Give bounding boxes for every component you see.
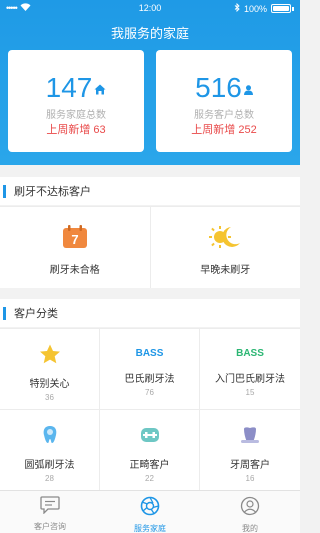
category-periodontal[interactable]: 牙周客户 16 [200, 410, 300, 491]
family-weekly-new: 上周新增 63 [46, 124, 106, 136]
page-title: 我服务的家庭 [110, 26, 189, 41]
periodontal-icon [239, 425, 261, 450]
brushing-grid: 7 刷牙未合格 早晚未刷牙 [0, 206, 300, 288]
category-section-title: 客户分类 [14, 308, 58, 320]
category-count: 16 [245, 474, 255, 483]
tooth-circle-icon [39, 425, 61, 450]
tab-customer-consult[interactable]: 客户咨询 [0, 491, 100, 533]
category-label: 巴氏刷牙法 [124, 374, 175, 385]
category-grid: 特别关心 36 BASS 巴氏刷牙法 76 BASS 入门巴氏刷牙法 15 圆弧… [0, 328, 300, 491]
category-section-header: 客户分类 [0, 299, 300, 327]
category-orthodontic[interactable]: 正畸客户 22 [100, 410, 200, 491]
brushing-unqualified-item[interactable]: 7 刷牙未合格 [0, 207, 150, 288]
category-label: 特别关心 [29, 379, 70, 390]
svg-text:7: 7 [71, 232, 78, 247]
category-count: 22 [145, 474, 154, 483]
braces-icon [139, 425, 161, 450]
no-morning-evening-label: 早晚未刷牙 [200, 265, 251, 276]
brushing-section-header: 刷牙不达标客户 [0, 177, 300, 205]
customer-total-card[interactable]: 516 服务客户总数 上周新增 252 [156, 50, 292, 152]
family-total-value: 147 [45, 72, 93, 103]
customer-weekly-new: 上周新增 252 [191, 124, 257, 136]
tab-bar: 客户咨询 服务家庭 我的 [0, 490, 300, 533]
category-bass-method[interactable]: BASS 巴氏刷牙法 76 [100, 329, 200, 410]
category-count: 36 [45, 393, 54, 402]
brushing-section-title: 刷牙不达标客户 [14, 186, 91, 198]
no-morning-evening-item[interactable]: 早晚未刷牙 [149, 207, 301, 288]
category-circular-method[interactable]: 圆弧刷牙法 28 [0, 410, 100, 491]
bass-icon: BASS [135, 348, 164, 359]
battery-icon [271, 4, 291, 13]
tab-label: 客户咨询 [34, 522, 66, 531]
star-icon [39, 344, 61, 369]
sun-moon-icon [209, 225, 241, 254]
category-label: 圆弧刷牙法 [24, 460, 75, 471]
category-special-care[interactable]: 特别关心 36 [0, 329, 100, 410]
family-total-label: 服务家庭总数 [46, 110, 106, 121]
tab-mine[interactable]: 我的 [200, 491, 300, 533]
aperture-icon [140, 496, 160, 521]
category-count: 76 [145, 388, 154, 397]
house-icon [94, 70, 106, 102]
tab-label: 我的 [242, 524, 258, 533]
customer-total-label: 服务客户总数 [194, 110, 254, 121]
status-bar: ••••• 12:00 100% [0, 0, 300, 16]
battery-percent: 100% [243, 3, 267, 14]
brushing-unqualified-label: 刷牙未合格 [49, 265, 100, 276]
category-count: 28 [45, 474, 54, 483]
category-label: 正畸客户 [129, 460, 170, 471]
bass-beginner-icon: BASS [236, 348, 264, 359]
category-label: 入门巴氏刷牙法 [215, 374, 285, 385]
customer-total-value: 516 [195, 72, 242, 103]
tab-service-family[interactable]: 服务家庭 [100, 491, 200, 533]
category-label: 牙周客户 [230, 460, 270, 471]
family-total-card[interactable]: 147 服务家庭总数 上周新增 63 [8, 50, 144, 152]
category-bass-beginner[interactable]: BASS 入门巴氏刷牙法 15 [200, 329, 300, 410]
calendar-icon: 7 [62, 225, 88, 254]
category-count: 15 [245, 388, 255, 397]
bluetooth-icon [234, 2, 240, 14]
profile-icon [240, 496, 260, 521]
tab-label: 服务家庭 [134, 524, 166, 533]
header: ••••• 12:00 100% 我服务的家庭 147 服务家庭总数 上周新增 … [0, 0, 300, 165]
person-icon [243, 70, 253, 102]
chat-icon [40, 496, 60, 519]
